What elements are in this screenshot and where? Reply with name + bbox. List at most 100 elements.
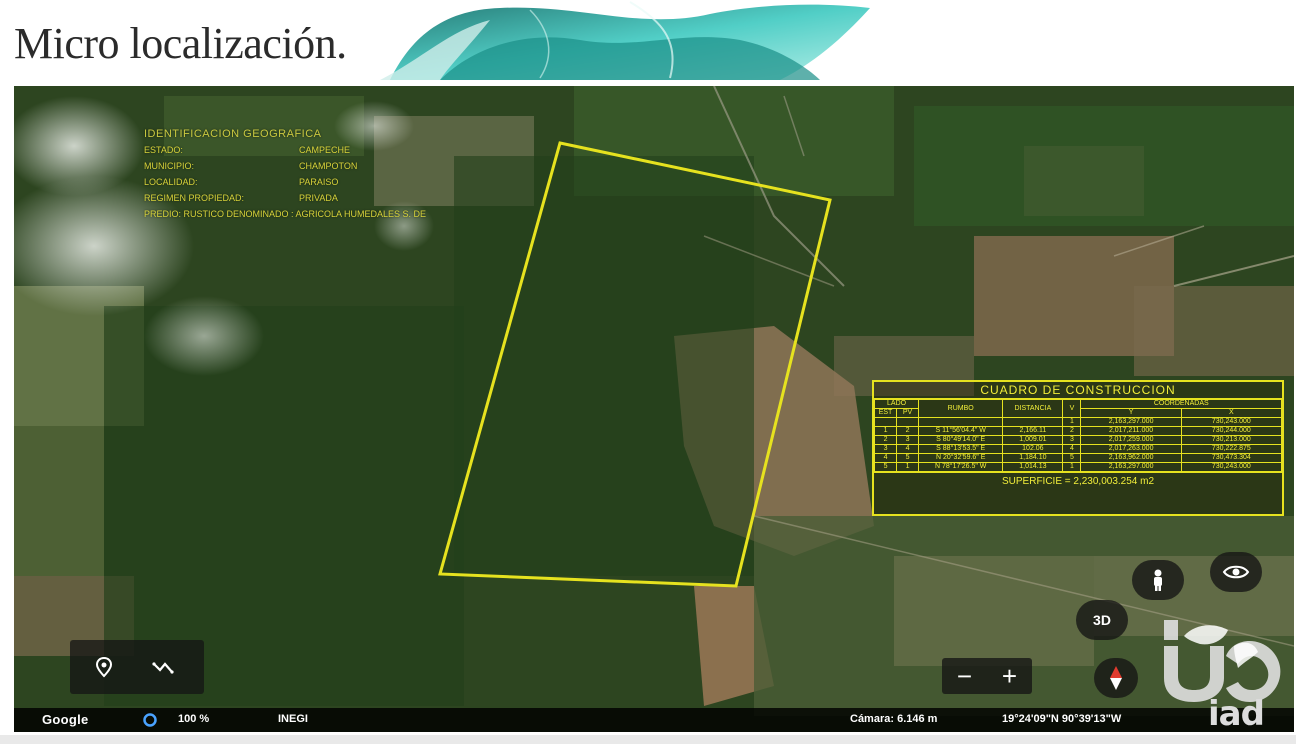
header-pv: PV: [896, 408, 920, 418]
table-row: 3 4 S 88°13'53.5" E 102.06 4 2,017,263.0…: [873, 444, 1283, 454]
cell-rumbo: S 80°49'14.0" E: [918, 435, 1004, 445]
page-title: Micro localización.: [14, 19, 347, 68]
cell-distancia: [1002, 417, 1064, 427]
cell-y: 2,163,297.000: [1080, 417, 1182, 427]
superficie-total: SUPERFICIE = 2,230,003.254 m2: [874, 472, 1282, 491]
cell-x: 730,243.000: [1180, 417, 1283, 427]
pegman-icon: [1154, 569, 1162, 591]
cell-pv: 5: [896, 453, 920, 463]
identification-row: ESTADO: CAMPECHE: [144, 142, 564, 158]
compass-button[interactable]: [1094, 658, 1138, 698]
estado-label: ESTADO:: [144, 145, 183, 155]
compass-icon: [1110, 666, 1122, 690]
cell-v: 5: [1062, 453, 1082, 463]
layers-view-button[interactable]: [1210, 552, 1262, 592]
camera-altitude: Cámara: 6.146 m: [850, 713, 938, 725]
slide-page: Micro localización. IDENTIFICACION GEOGR…: [0, 0, 1296, 744]
localidad-value: PARAISO: [299, 177, 339, 187]
header-rumbo: RUMBO: [918, 399, 1004, 418]
table-row: 1 2,163,297.000 730,243.000: [873, 417, 1283, 427]
satellite-map[interactable]: IDENTIFICACION GEOGRAFICA ESTADO: CAMPEC…: [14, 86, 1294, 732]
location-pin-icon: [95, 656, 113, 678]
street-view-button[interactable]: [1132, 560, 1184, 600]
estado-value: CAMPECHE: [299, 145, 351, 155]
cell-distancia: 102.06: [1002, 444, 1064, 454]
cell-est: [873, 417, 898, 427]
map-status-bar: Google 100 % INEGI Cámara: 6.146 m 19°24…: [14, 708, 1294, 732]
imagery-provider: INEGI: [278, 713, 308, 725]
decorative-teal-art: [380, 1, 870, 80]
eye-icon: [1222, 565, 1250, 579]
cell-rumbo: N 20°32'59.6" E: [918, 453, 1004, 463]
cell-v: 4: [1062, 444, 1082, 454]
cell-est: 1: [873, 426, 898, 436]
table-row: 4 5 N 20°32'59.6" E 1,184.10 5 2,163,962…: [873, 453, 1283, 463]
identification-row: LOCALIDAD: PARAISO: [144, 174, 564, 190]
cell-est: 5: [873, 462, 898, 472]
cell-v: 3: [1062, 435, 1082, 445]
zoom-in-button[interactable]: +: [1002, 663, 1017, 689]
cell-x: 730,473.304: [1180, 453, 1283, 463]
zoom-controls: − +: [942, 658, 1032, 694]
municipio-value: CHAMPOTON: [299, 161, 358, 171]
cursor-coordinates: 19°24'09"N 90°39'13"W: [1002, 713, 1122, 725]
header-coordenadas: COORDENADAS: [1080, 399, 1282, 409]
path-icon: [152, 662, 174, 674]
header-lado: LADO: [873, 399, 920, 409]
cell-est: 4: [873, 453, 898, 463]
cell-v: 1: [1062, 417, 1082, 427]
cell-v: 2: [1062, 426, 1082, 436]
table-row: 2 3 S 80°49'14.0" E 1,009.01 3 2,017,259…: [873, 435, 1283, 445]
predio-line: PREDIO: RUSTICO DENOMINADO : AGRICOLA HU…: [144, 209, 427, 219]
header-y: Y: [1080, 408, 1182, 418]
header-est: EST: [873, 408, 898, 418]
cell-y: 2,017,263.000: [1080, 444, 1182, 454]
cell-x: 730,243.000: [1180, 462, 1283, 472]
identification-row: MUNICIPIO: CHAMPOTON: [144, 158, 564, 174]
identification-title: IDENTIFICACION GEOGRAFICA: [144, 128, 322, 140]
loading-ring-icon: [142, 712, 158, 731]
cell-rumbo: S 88°13'53.5" E: [918, 444, 1004, 454]
cell-x: 730,213.000: [1180, 435, 1283, 445]
identification-row: REGIMEN PROPIEDAD: PRIVADA: [144, 190, 564, 206]
place-marker-button[interactable]: [86, 649, 122, 685]
localidad-label: LOCALIDAD:: [144, 177, 198, 187]
map-tools-panel: [70, 640, 204, 694]
watermark-text: iad: [1208, 694, 1265, 734]
cell-rumbo: S 11°56'04.4" W: [918, 426, 1004, 436]
google-logo: Google: [42, 712, 89, 727]
measure-path-button[interactable]: [146, 649, 182, 685]
cell-y: 2,017,259.000: [1080, 435, 1182, 445]
regimen-label: REGIMEN PROPIEDAD:: [144, 193, 245, 203]
regimen-value: PRIVADA: [299, 193, 338, 203]
table-header-row: LADO RUMBO DISTANCIA V COORDENADAS: [873, 399, 1282, 418]
cell-distancia: 2,166.11: [1002, 426, 1064, 436]
cell-v: 1: [1062, 462, 1082, 472]
cell-x: 730,244.000: [1180, 426, 1283, 436]
cell-distancia: 1,014.13: [1002, 462, 1064, 472]
zoom-out-button[interactable]: −: [957, 663, 972, 689]
municipio-label: MUNICIPIO:: [144, 161, 195, 171]
load-progress: 100 %: [178, 713, 210, 725]
cell-pv: 4: [896, 444, 920, 454]
table-row: 1 2 S 11°56'04.4" W 2,166.11 2 2,017,211…: [873, 426, 1283, 436]
cell-est: 2: [873, 435, 898, 445]
table-row: 5 1 N 78°17'26.5" W 1,014.13 1 2,163,297…: [873, 462, 1283, 472]
cell-x: 730,222.875: [1180, 444, 1283, 454]
header-distancia: DISTANCIA: [1002, 399, 1064, 418]
cell-distancia: 1,009.01: [1002, 435, 1064, 445]
cell-distancia: 1,184.10: [1002, 453, 1064, 463]
cell-pv: [896, 417, 920, 427]
cell-rumbo: N 78°17'26.5" W: [918, 462, 1004, 472]
cell-rumbo: [918, 417, 1004, 427]
cell-est: 3: [873, 444, 898, 454]
header-v: V: [1062, 399, 1082, 418]
construction-table: CUADRO DE CONSTRUCCION LADO RUMBO DISTAN…: [872, 380, 1284, 516]
cell-pv: 2: [896, 426, 920, 436]
toggle-3d-button[interactable]: 3D: [1076, 600, 1128, 640]
cell-pv: 1: [896, 462, 920, 472]
cell-y: 2,163,962.000: [1080, 453, 1182, 463]
cell-y: 2,163,297.000: [1080, 462, 1182, 472]
construction-table-title: CUADRO DE CONSTRUCCION: [874, 382, 1282, 399]
slide-bottom-strip: [0, 735, 1296, 744]
